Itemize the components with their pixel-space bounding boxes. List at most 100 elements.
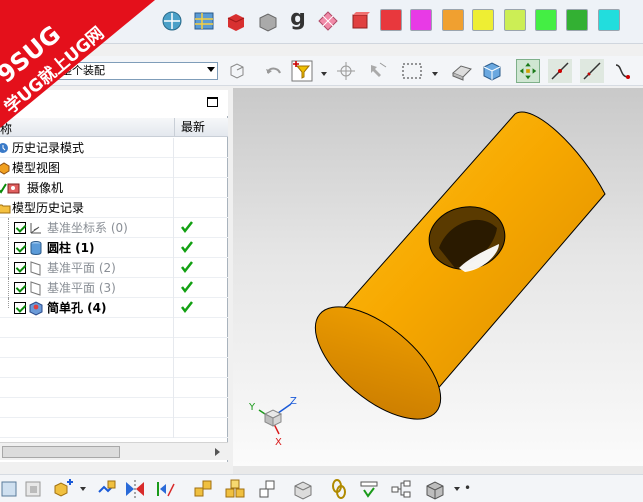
maximize-icon[interactable]	[207, 97, 218, 107]
tree-label: 基准平面 (3)	[47, 281, 116, 295]
tree-row-feature[interactable]: 简单孔 (4)	[0, 298, 228, 318]
tree-row-feature[interactable]: 基准平面 (2)	[0, 258, 228, 278]
empty-row	[0, 358, 228, 378]
tree-row-model-views[interactable]: 模型视图	[0, 158, 228, 178]
model-render: Y Z X	[248, 111, 606, 448]
color-swatch-lime[interactable]	[504, 9, 526, 31]
status-strip	[233, 466, 643, 474]
g-letter-icon[interactable]: g	[286, 8, 310, 33]
navigator-title: 导	[2, 97, 15, 111]
part-navigator: 导 称 最新 历史记录模式 模型视图 摄像机 模型历史记录 基准坐标系 (0) …	[0, 90, 228, 462]
cursor-icon[interactable]	[366, 59, 390, 83]
more-icon[interactable]	[424, 478, 446, 500]
tree-label: 模型视图	[12, 161, 61, 175]
datum-plane-icon	[30, 281, 41, 296]
solid-icon[interactable]	[450, 59, 474, 83]
wave-icon[interactable]	[256, 478, 278, 500]
navigator-footer	[0, 462, 228, 474]
overflow-icon[interactable]: •	[464, 481, 471, 495]
tree-row-feature[interactable]: 圆柱 (1)	[0, 238, 228, 258]
horizontal-scrollbar[interactable]	[0, 442, 228, 460]
tree-label: 模型历史记录	[12, 201, 85, 215]
axis-label-y: Y	[248, 402, 256, 413]
scroll-right-icon[interactable]	[215, 448, 220, 456]
tree-row-history-mode[interactable]: 历史记录模式	[0, 138, 228, 158]
feature-checkbox[interactable]	[14, 282, 26, 294]
color-swatch-magenta[interactable]	[410, 9, 432, 31]
red-box-icon[interactable]	[348, 9, 372, 33]
chevron-down-icon[interactable]	[432, 72, 438, 76]
tree-row-camera[interactable]: 摄像机	[0, 178, 228, 198]
selection-scope-dropdown[interactable]: 整个装配	[22, 62, 218, 80]
view-orient-icon[interactable]	[160, 9, 184, 33]
spline-icon[interactable]	[612, 59, 636, 83]
check-icon	[181, 301, 193, 314]
assembly-icon[interactable]	[226, 59, 250, 83]
component-icon[interactable]	[0, 478, 22, 500]
layer-icon[interactable]	[192, 9, 216, 33]
mirror-icon[interactable]	[124, 478, 146, 500]
check-icon	[181, 281, 193, 294]
tree-label: 历史记录模式	[12, 141, 85, 155]
color-swatch-orange[interactable]	[442, 9, 464, 31]
feature-checkbox[interactable]	[14, 302, 26, 314]
empty-row	[0, 318, 228, 338]
mesh-icon[interactable]	[316, 9, 340, 33]
cylinder-body[interactable]	[297, 111, 606, 439]
tree-label: 圆柱 (1)	[47, 241, 95, 255]
datum-csys-icon	[30, 223, 41, 234]
tree-label: 摄像机	[27, 181, 64, 195]
tree-row-feature[interactable]: 基准平面 (3)	[0, 278, 228, 298]
axis-label-x: X	[275, 437, 282, 448]
snap-icon[interactable]	[334, 59, 358, 83]
add-component-icon[interactable]	[52, 478, 74, 500]
color-swatch-dark-green[interactable]	[566, 9, 588, 31]
history-mode-icon	[0, 143, 8, 153]
move-component-icon[interactable]	[96, 478, 118, 500]
tree-row-model-history[interactable]: 模型历史记录	[0, 198, 228, 218]
scrollbar-thumb[interactable]	[2, 446, 120, 458]
assembly-constraint-icon[interactable]	[22, 478, 44, 500]
filter-icon[interactable]	[290, 59, 314, 83]
color-swatch-red[interactable]	[380, 9, 402, 31]
chevron-down-icon[interactable]	[321, 72, 327, 76]
nx-window: g 整个装配 导 称 最新 历史记录模式 模型视图 摄像机 模型历史记录 基准坐…	[0, 0, 643, 502]
explode-icon[interactable]	[192, 478, 214, 500]
feature-checkbox[interactable]	[14, 262, 26, 274]
tree-label: 简单孔 (4)	[47, 301, 107, 315]
navigator-column-header: 称 最新	[0, 118, 228, 137]
column-name-header[interactable]: 称	[0, 120, 12, 137]
undo-arrow-icon[interactable]	[262, 59, 286, 83]
feature-checkbox[interactable]	[14, 222, 26, 234]
pattern-icon[interactable]	[154, 478, 176, 500]
color-swatch-green[interactable]	[535, 9, 557, 31]
assembly-toolbar: •	[0, 474, 643, 502]
color-swatch-cyan[interactable]	[598, 9, 620, 31]
shaded-block-icon[interactable]	[224, 9, 248, 33]
graphics-viewport[interactable]: Y Z X	[233, 88, 643, 466]
camera-icon	[0, 183, 20, 194]
shaded-solid-icon[interactable]	[480, 59, 504, 83]
tree-row-feature[interactable]: 基准坐标系 (0)	[0, 218, 228, 238]
rect-select-icon[interactable]	[400, 59, 424, 83]
curve-icon[interactable]	[580, 59, 604, 83]
datum-plane-icon	[30, 261, 41, 276]
line-icon[interactable]	[548, 59, 572, 83]
chevron-down-icon[interactable]	[80, 487, 86, 491]
reposition-icon[interactable]	[224, 478, 246, 500]
check-icon	[181, 221, 193, 234]
check-icon	[181, 261, 193, 274]
column-latest-header[interactable]: 最新	[174, 118, 205, 137]
chevron-down-icon[interactable]	[454, 487, 460, 491]
link-icon[interactable]	[328, 478, 350, 500]
check-icon	[181, 241, 193, 254]
clearance-icon[interactable]	[358, 478, 380, 500]
sequence-icon[interactable]	[292, 478, 314, 500]
feature-checkbox[interactable]	[14, 242, 26, 254]
color-swatch-yellow[interactable]	[472, 9, 494, 31]
snap-point-icon[interactable]	[516, 59, 540, 83]
empty-row	[0, 378, 228, 398]
folder-icon	[0, 204, 11, 214]
tree-icon[interactable]	[390, 478, 412, 500]
wire-block-icon[interactable]	[256, 9, 280, 33]
